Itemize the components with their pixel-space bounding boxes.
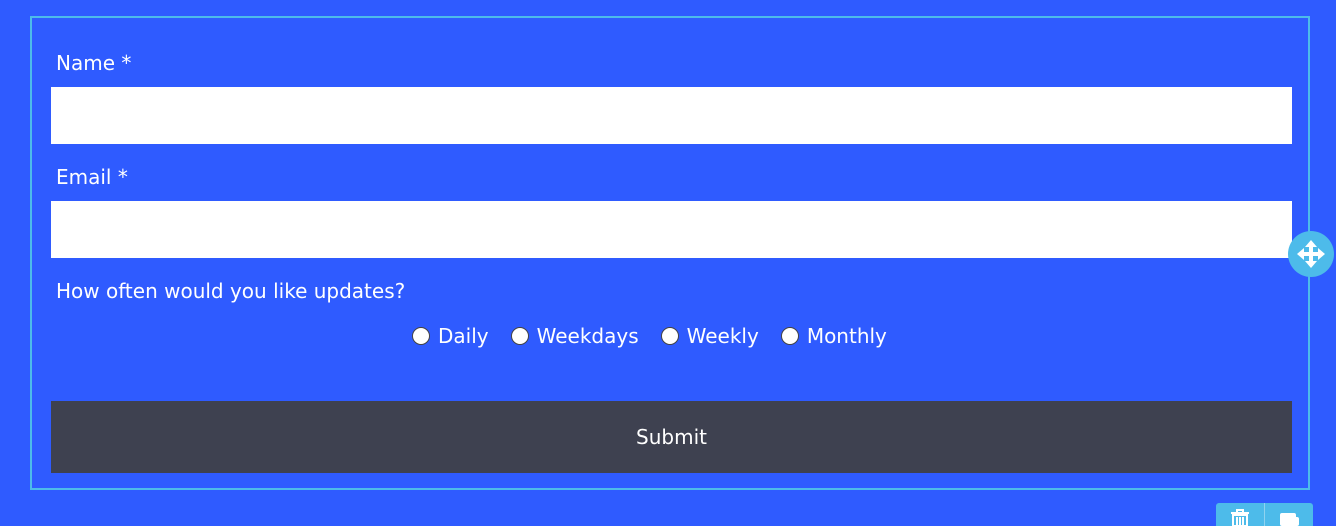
radio-label-daily: Daily [438,324,489,348]
trash-icon [1231,509,1249,526]
radio-label-monthly: Monthly [806,324,887,348]
frequency-radio-group: Daily Weekdays Weekly Monthly [412,323,887,349]
move-arrows-icon[interactable] [1288,231,1334,277]
duplicate-icon [1280,513,1299,526]
submit-button[interactable]: Submit [51,401,1292,473]
radio-label-weekdays: Weekdays [536,324,639,348]
radio-option-daily[interactable]: Daily [412,324,489,348]
radio-button-weekdays[interactable] [510,327,529,345]
delete-button[interactable] [1216,503,1264,526]
duplicate-button[interactable] [1264,503,1313,526]
email-label: Email * [56,165,128,189]
radio-button-weekly[interactable] [660,327,679,345]
radio-button-daily[interactable] [412,327,430,345]
name-label: Name * [56,51,132,75]
form-widget[interactable]: Name * Email * How often would you like … [30,16,1310,490]
name-field[interactable] [51,87,1292,144]
radio-option-monthly[interactable]: Monthly [780,324,887,348]
frequency-question: How often would you like updates? [56,279,406,303]
radio-button-monthly[interactable] [780,327,799,345]
radio-option-weekly[interactable]: Weekly [660,324,759,348]
radio-label-weekly: Weekly [686,324,759,348]
radio-option-weekdays[interactable]: Weekdays [510,324,639,348]
editor-canvas: Name * Email * How often would you like … [0,0,1336,526]
widget-toolbar [1216,503,1313,526]
email-field[interactable] [51,201,1292,258]
